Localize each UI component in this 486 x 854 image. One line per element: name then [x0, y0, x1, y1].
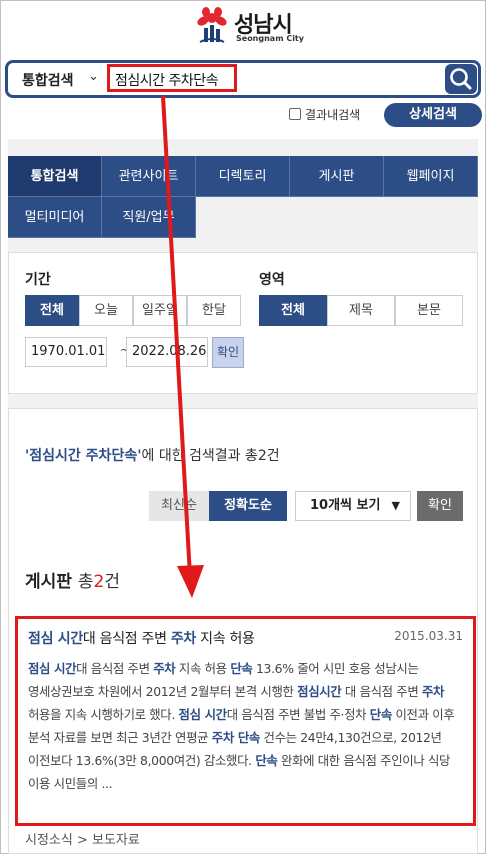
sort-confirm-button[interactable]: 확인 [417, 491, 463, 521]
summary-total: 총2건 [245, 448, 280, 464]
date-confirm-button[interactable]: 확인 [212, 337, 244, 368]
result-category-path[interactable]: 시정소식 > 보도자료 [25, 829, 140, 848]
city-logo[interactable]: 성남시 Seongnam City [194, 6, 304, 50]
snippet-keyword: 단속 [369, 707, 392, 722]
period-title: 기간 [25, 272, 51, 288]
within-results-label: 결과내검색 [305, 108, 361, 122]
title-text: 대 음식점 주변 [82, 631, 171, 647]
search-button[interactable] [445, 64, 477, 94]
area-title: 영역 [259, 272, 285, 288]
snippet-text: 대 음식점 주변 불법 주·정차 [226, 707, 370, 722]
snippet-keyword: 단속 [255, 753, 278, 768]
section-name: 게시판 [25, 572, 72, 592]
tab-board[interactable]: 게시판 [290, 156, 384, 197]
result-snippet: 점심 시간대 음식점 주변 주차 지속 허용 단속 13.6% 줄어 시민 호응… [28, 657, 470, 795]
snippet-keyword: 점심시간 [297, 684, 342, 699]
search-bar: 통합검색 ⌄ 점심시간 주차단속 [5, 60, 481, 98]
sort-accuracy[interactable]: 정확도순 [209, 491, 287, 521]
section-total-count: 2 [93, 572, 105, 592]
per-page-select[interactable]: 10개씩 보기 ▼ [295, 491, 411, 521]
title-text: 지속 허용 [196, 631, 255, 647]
search-query-text: 점심시간 주차단속 [115, 73, 219, 89]
tab-multimedia[interactable]: 멀티미디어 [8, 197, 102, 238]
search-icon [450, 68, 472, 90]
tab-webpage[interactable]: 웹페이지 [384, 156, 478, 197]
caret-down-icon: ▼ [391, 499, 400, 512]
snippet-keyword: 점심 시간 [28, 661, 77, 676]
period-month[interactable]: 한달 [187, 295, 241, 326]
advanced-search-button[interactable]: 상세검색 [384, 103, 482, 127]
summary-text: 에 대한 검색결과 [141, 448, 241, 464]
snippet-keyword: 점심 시간 [178, 707, 228, 722]
period-all[interactable]: 전체 [25, 295, 79, 326]
tab-related-sites[interactable]: 관련사이트 [102, 156, 196, 197]
snippet-text: 대 음식점 주변 [76, 661, 154, 676]
title-keyword: 주차 [170, 631, 197, 647]
tab-staff-work[interactable]: 직원/업무 [102, 197, 196, 238]
period-today[interactable]: 오늘 [79, 295, 133, 326]
sort-latest[interactable]: 최신순 [149, 491, 209, 521]
chevron-down-icon[interactable]: ⌄ [88, 69, 99, 84]
date-from-input[interactable]: 1970.01.01 [25, 337, 107, 367]
snippet-keyword: 단속 [230, 661, 253, 676]
within-results-checkbox[interactable] [289, 108, 301, 120]
result-item[interactable]: 점심 시간대 음식점 주변 주차 지속 허용 2015.03.31 점심 시간대… [15, 616, 476, 826]
section-total-prefix: 총 [77, 572, 94, 592]
search-scope-select[interactable]: 통합검색 [22, 70, 74, 90]
date-to-input[interactable]: 2022.08.26 [126, 337, 208, 367]
period-week[interactable]: 일주일 [133, 295, 187, 326]
snippet-text: 지속 허용 [175, 661, 231, 676]
within-results-option[interactable]: 결과내검색 [289, 106, 379, 124]
result-title-link[interactable]: 점심 시간대 음식점 주변 주차 지속 허용 [28, 628, 255, 648]
snippet-keyword: 주차 단속 [211, 730, 261, 745]
summary-query: '점심시간 주차단속' [25, 448, 142, 464]
snippet-keyword: 주차 [153, 661, 176, 676]
area-title-only[interactable]: 제목 [327, 295, 395, 326]
category-tabs: 통합검색 관련사이트 디렉토리 게시판 웹페이지 멀티미디어 직원/업무 [8, 156, 478, 238]
area-all[interactable]: 전체 [259, 295, 327, 326]
result-summary: '점심시간 주차단속'에 대한 검색결과 총2건 [25, 445, 280, 465]
area-body-only[interactable]: 본문 [395, 295, 463, 326]
result-card: '점심시간 주차단속'에 대한 검색결과 총2건 최신순 정확도순 10개씩 보… [8, 408, 478, 854]
search-input[interactable]: 점심시간 주차단속 [107, 64, 237, 92]
title-keyword: 점심 시간 [28, 631, 83, 647]
filter-card: 기간 전체 오늘 일주일 한달 1970.01.01 ~ 2022.08.26 … [8, 252, 478, 394]
result-date: 2015.03.31 [394, 629, 463, 643]
seongnam-emblem-icon [197, 7, 227, 43]
snippet-text: 허용을 지속 시행하기로 했다. [28, 707, 179, 722]
tab-integrated[interactable]: 통합검색 [8, 156, 102, 197]
tab-directory[interactable]: 디렉토리 [196, 156, 290, 197]
snippet-text: 대 음식점 주변 [341, 684, 422, 699]
snippet-keyword: 주차 [422, 684, 445, 699]
section-title: 게시판 총2건 [25, 567, 120, 592]
city-name-en: Seongnam City [236, 34, 304, 43]
section-total-suffix: 건 [104, 572, 120, 592]
per-page-label: 10개씩 보기 [310, 498, 381, 513]
